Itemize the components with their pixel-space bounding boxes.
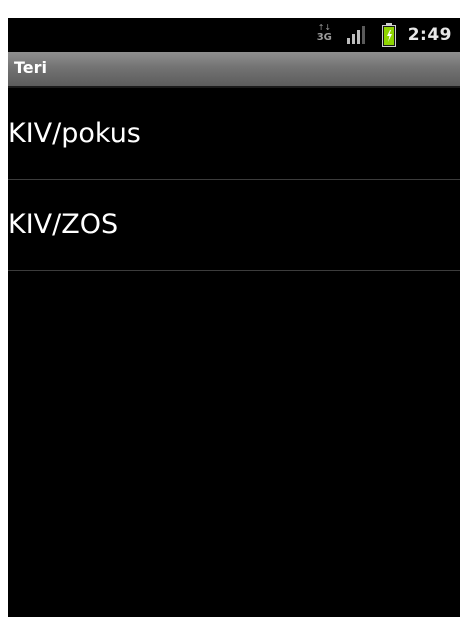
list-item-label: KIV/ZOS [8, 209, 119, 240]
list-item-label: KIV/pokus [8, 118, 141, 149]
status-bar: ↑↓ 3G 2:49 [8, 18, 460, 52]
app-title-bar: Teri [8, 52, 460, 88]
list-item-kiv-zos[interactable]: KIV/ZOS [8, 180, 460, 271]
network-type-label: 3G [316, 32, 332, 43]
battery-icon [381, 23, 396, 47]
network-3g-icon: ↑↓ 3G [316, 24, 332, 46]
app-title: Teri [14, 58, 48, 77]
subject-list: KIV/pokus KIV/ZOS [8, 89, 460, 271]
list-item-kiv-pokus[interactable]: KIV/pokus [8, 89, 460, 180]
phone-screen: ↑↓ 3G 2:49 Teri KIV/pokus KIV/ZOS [8, 18, 460, 617]
status-icons: ↑↓ 3G 2:49 [316, 18, 460, 52]
status-clock: 2:49 [407, 25, 452, 45]
network-activity-arrows: ↑↓ [317, 23, 332, 32]
signal-strength-icon [346, 26, 365, 44]
